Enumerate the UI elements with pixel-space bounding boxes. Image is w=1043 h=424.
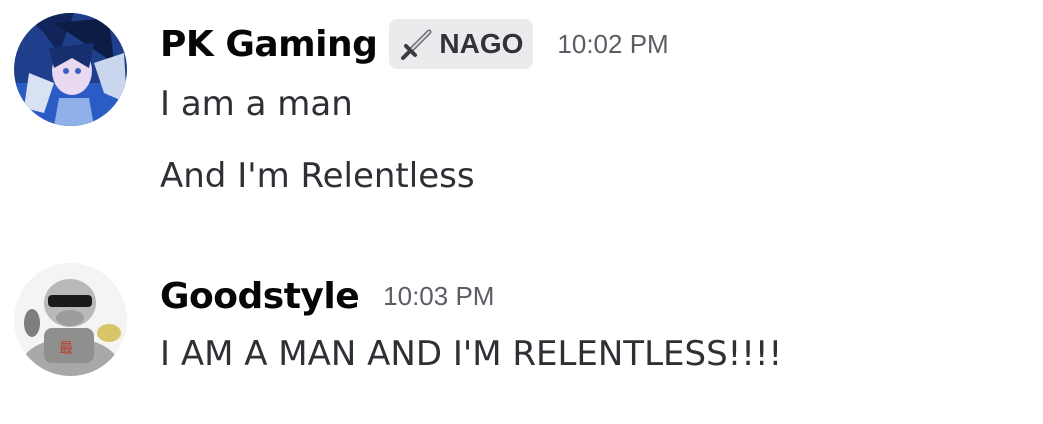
username[interactable]: Goodstyle — [160, 276, 360, 317]
timestamp[interactable]: 10:02 PM — [557, 29, 668, 60]
avatar[interactable] — [14, 13, 127, 126]
message-text: I AM A MAN AND I'M RELENTLESS!!!! — [160, 334, 783, 374]
guild-tag[interactable]: NAGO — [389, 19, 534, 69]
message-header: Goodstyle 10:03 PM — [160, 268, 494, 324]
message-text: And I'm Relentless — [160, 156, 475, 196]
username[interactable]: PK Gaming — [160, 24, 378, 65]
timestamp[interactable]: 10:03 PM — [383, 281, 494, 312]
guild-tag-label: NAGO — [439, 28, 524, 59]
message-header: PK Gaming NAGO 10:02 PM — [160, 16, 669, 72]
svg-text:最: 最 — [59, 341, 73, 357]
sword-icon — [401, 29, 432, 60]
avatar[interactable]: 最 — [14, 263, 127, 376]
message-text: I am a man — [160, 84, 353, 124]
